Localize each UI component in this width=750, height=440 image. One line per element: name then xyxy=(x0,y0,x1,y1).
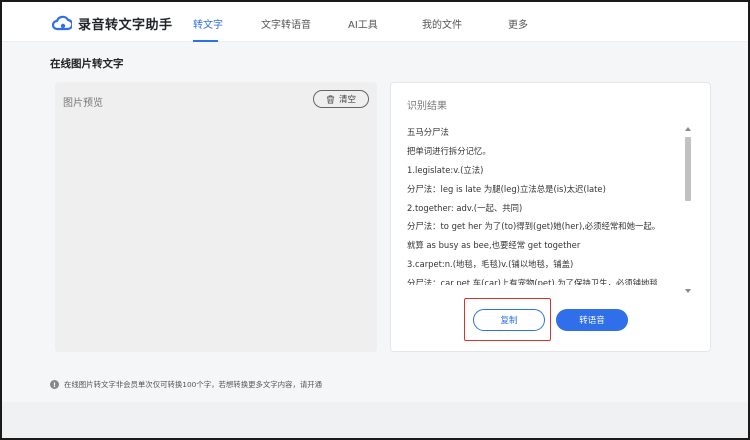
scroll-down-arrow-icon[interactable] xyxy=(685,289,691,293)
result-line: 把单词进行拆分记忆。 xyxy=(407,145,491,156)
logo[interactable]: 录音转文字助手 xyxy=(52,12,173,34)
result-line: 分尸法：car pet 车(car)上有宠物(pet),为了保持卫生，必须铺地毯 xyxy=(407,278,658,285)
trash-icon xyxy=(326,94,335,104)
result-label: 识别结果 xyxy=(407,101,447,112)
result-line: 五马分尸法 xyxy=(407,127,449,137)
result-line: 2.together: adv.(一起、共同) xyxy=(407,202,523,213)
result-text-area[interactable]: 五马分尸法 把单词进行拆分记忆。 1.legislate:v.(立法) 分尸法：… xyxy=(407,123,685,285)
result-line: 分尸法：to get her 为了(to)得到(get)她(her),必须经常和… xyxy=(407,221,661,232)
nav-item-more[interactable]: 更多 xyxy=(508,16,528,31)
result-scrollbar[interactable] xyxy=(684,127,692,293)
image-preview-panel: 图片预览 清空 xyxy=(55,82,377,352)
top-bar: 录音转文字助手 转文字 文字转语音 AI工具 我的文件 更多 xyxy=(2,2,748,42)
scroll-up-arrow-icon[interactable] xyxy=(685,127,691,131)
notice: ! 在线图片转文字非会员单次仅可转换100个字，若想转换更多文字内容，请开通 xyxy=(50,379,322,390)
nav-item-ai-tools[interactable]: AI工具 xyxy=(348,16,378,31)
page-title: 在线图片转文字 xyxy=(50,58,124,70)
result-line: 3.carpet:n.(地毯，毛毯)v.(铺以地毯，铺盖) xyxy=(407,259,574,270)
preview-label: 图片预览 xyxy=(63,98,103,109)
nav-item-my-files[interactable]: 我的文件 xyxy=(422,16,462,31)
clear-button-label: 清空 xyxy=(338,95,356,105)
copy-button[interactable]: 复制 xyxy=(473,309,545,331)
nav-item-transcribe[interactable]: 转文字 xyxy=(193,16,223,31)
result-line: 1.legislate:v.(立法) xyxy=(407,164,484,175)
cloud-logo-icon xyxy=(52,15,72,31)
notice-text: 在线图片转文字非会员单次仅可转换100个字，若想转换更多文字内容，请开通 xyxy=(64,380,323,389)
nav-item-text-to-speech[interactable]: 文字转语音 xyxy=(261,16,311,31)
clear-button[interactable]: 清空 xyxy=(313,90,369,108)
convert-to-speech-button[interactable]: 转语音 xyxy=(556,309,628,331)
info-icon: ! xyxy=(50,380,59,389)
active-tab-indicator xyxy=(193,40,218,42)
result-line: 就算 as busy as bee,也要经常 get together xyxy=(407,240,581,251)
result-line: 分尸法：leg is late 为腿(leg)立法总是(is)太迟(late) xyxy=(407,183,606,194)
scroll-thumb[interactable] xyxy=(685,137,691,201)
logo-text: 录音转文字助手 xyxy=(78,17,173,33)
bottom-area xyxy=(2,402,748,438)
